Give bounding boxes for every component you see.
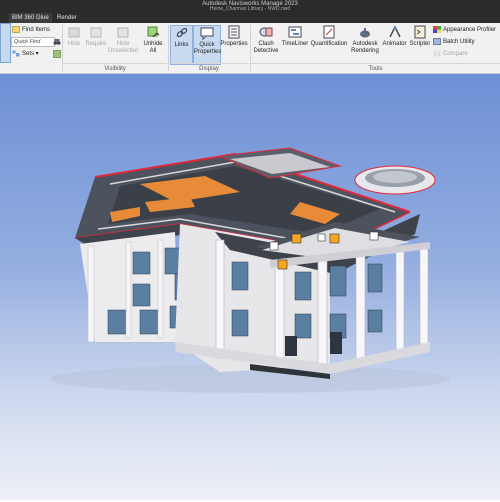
hide-icon bbox=[67, 25, 81, 39]
display-panel-label: Display bbox=[169, 63, 249, 74]
quantification-button[interactable]: Quantification bbox=[309, 25, 349, 63]
ribbon-tab-strip: BIM 360 Glue Render ▭▾ bbox=[0, 12, 500, 32]
properties-icon bbox=[227, 25, 241, 39]
compare-icon bbox=[433, 50, 441, 57]
scripter-icon bbox=[413, 25, 427, 39]
find-items-button[interactable]: Find Items bbox=[12, 26, 50, 35]
unhide-all-button[interactable]: Unhide All bbox=[140, 25, 166, 63]
sets-manage-icon[interactable] bbox=[53, 50, 61, 58]
3d-viewport[interactable] bbox=[0, 74, 500, 500]
library-3d-model bbox=[50, 147, 450, 393]
binoculars-icon[interactable] bbox=[53, 38, 61, 46]
batch-utility-icon bbox=[433, 38, 441, 45]
hide-button[interactable]: Hide bbox=[63, 25, 85, 63]
animator-icon bbox=[388, 25, 402, 39]
select-tool-button[interactable] bbox=[0, 23, 11, 63]
appearance-profiler-icon bbox=[433, 26, 441, 33]
sets-dropdown[interactable]: Sets ▾ bbox=[12, 50, 39, 59]
appearance-profiler-button[interactable]: Appearance Profiler bbox=[433, 26, 496, 35]
hide-unselected-icon bbox=[116, 25, 130, 39]
hide-unselected-button[interactable]: Hide Unselected bbox=[107, 25, 139, 63]
batch-utility-button[interactable]: Batch Utility bbox=[433, 38, 475, 47]
title-bar: Autodesk Navisworks Manage 2023 Heme_Cha… bbox=[0, 0, 500, 12]
find-items-icon bbox=[12, 26, 20, 33]
tools-panel-label: Tools bbox=[251, 63, 500, 74]
links-button[interactable]: Links bbox=[170, 25, 193, 65]
timeliner-button[interactable]: TimeLiner bbox=[281, 25, 309, 63]
tab-render[interactable]: Render bbox=[54, 13, 80, 23]
teapot-icon bbox=[358, 25, 372, 39]
require-icon bbox=[89, 25, 103, 39]
quick-properties-icon bbox=[200, 26, 214, 41]
clash-detective-icon bbox=[259, 25, 273, 39]
unhide-all-icon bbox=[146, 25, 160, 39]
tab-bim360-glue[interactable]: BIM 360 Glue bbox=[9, 13, 52, 23]
compare-button[interactable]: Compare bbox=[433, 50, 468, 59]
ribbon: Find Items Quick Find Sets ▾ Hide Requir… bbox=[0, 23, 500, 74]
autodesk-rendering-button[interactable]: Autodesk Rendering bbox=[350, 25, 380, 63]
require-button[interactable]: Require bbox=[85, 25, 107, 63]
visibility-panel-label: Visibility bbox=[63, 63, 167, 74]
sets-icon bbox=[12, 50, 20, 57]
timeliner-icon bbox=[288, 25, 302, 39]
quick-find-input[interactable]: Quick Find bbox=[11, 37, 55, 47]
scripter-button[interactable]: Scripter bbox=[408, 25, 432, 63]
properties-button[interactable]: Properties bbox=[220, 25, 248, 63]
clash-detective-button[interactable]: Clash Detective bbox=[251, 25, 281, 63]
quick-properties-button[interactable]: Quick Properties bbox=[193, 25, 221, 65]
links-icon bbox=[175, 26, 189, 40]
quantification-icon bbox=[322, 25, 336, 39]
animator-button[interactable]: Animator bbox=[381, 25, 408, 63]
